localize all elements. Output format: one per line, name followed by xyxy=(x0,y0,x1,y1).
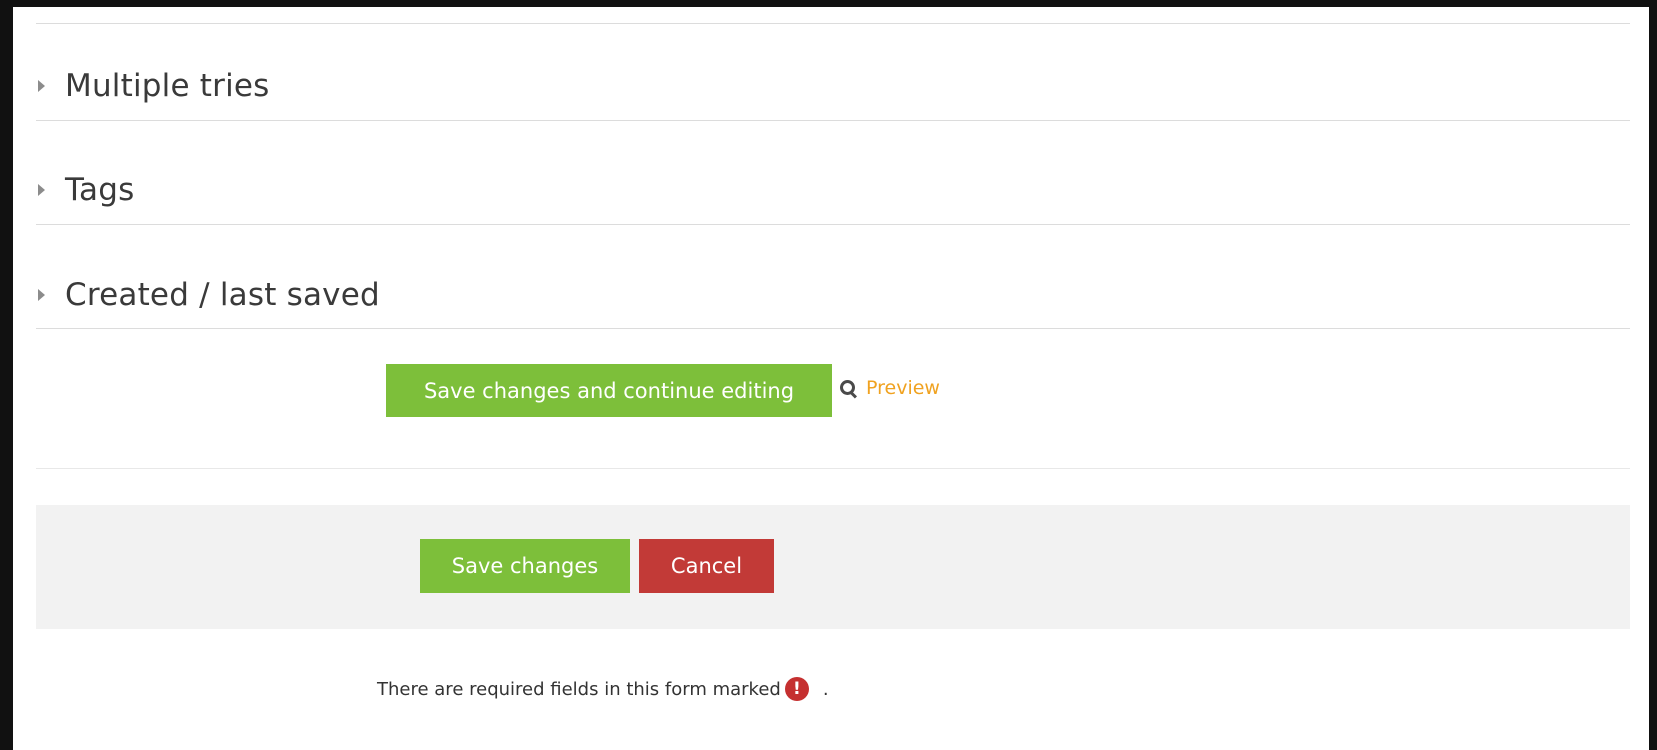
search-icon xyxy=(840,380,858,399)
form-buttons-area xyxy=(36,505,1630,629)
exclamation-circle-icon: ! xyxy=(784,677,809,701)
caret-right-icon xyxy=(38,184,45,196)
required-note-text: There are required fields in this form m… xyxy=(377,678,781,700)
section-title: Created / last saved xyxy=(65,277,380,313)
caret-right-icon xyxy=(38,80,45,92)
cancel-button[interactable]: Cancel xyxy=(639,539,774,593)
caret-right-icon xyxy=(38,289,45,301)
save-and-continue-button[interactable]: Save changes and continue editing xyxy=(386,364,832,417)
preview-link[interactable]: Preview xyxy=(840,376,940,400)
divider xyxy=(36,120,1630,121)
section-title: Multiple tries xyxy=(65,68,270,104)
save-changes-button[interactable]: Save changes xyxy=(420,539,630,593)
section-header-tags[interactable]: Tags xyxy=(36,168,134,212)
divider xyxy=(36,328,1630,329)
section-header-multiple-tries[interactable]: Multiple tries xyxy=(36,64,270,108)
divider xyxy=(36,224,1630,225)
divider xyxy=(36,468,1630,469)
divider xyxy=(36,23,1630,24)
section-header-created-last-saved[interactable]: Created / last saved xyxy=(36,273,380,317)
required-fields-note: There are required fields in this form m… xyxy=(377,676,829,702)
required-note-suffix: . xyxy=(822,678,829,700)
section-title: Tags xyxy=(65,172,135,208)
preview-label: Preview xyxy=(866,377,940,399)
